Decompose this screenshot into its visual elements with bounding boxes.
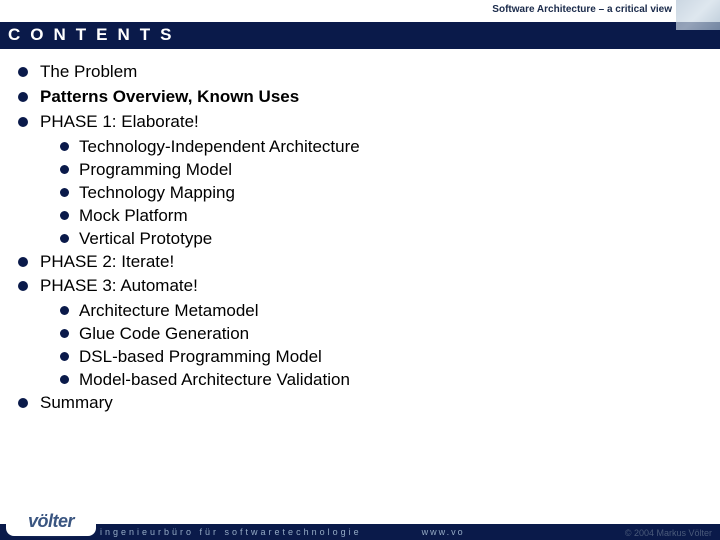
deck-title: Software Architecture – a critical view [492,4,672,15]
bullet-icon [60,352,69,361]
sub-list-item: Vertical Prototype [60,228,720,251]
logo-text: völter [28,511,74,532]
bullet-icon [60,211,69,220]
bullet-icon [18,281,28,291]
logo: völter [6,506,96,536]
item-label: PHASE 1: Elaborate! [40,111,199,134]
sub-list-item: Programming Model [60,159,720,182]
item-label: PHASE 3: Automate! [40,275,198,298]
bullet-icon [60,306,69,315]
sub-item-label: Glue Code Generation [79,323,249,346]
sub-list: Technology-Independent ArchitectureProgr… [18,136,720,251]
sub-item-label: Mock Platform [79,205,188,228]
bullet-icon [60,165,69,174]
item-label: The Problem [40,61,137,84]
bullet-icon [60,142,69,151]
sub-item-label: Vertical Prototype [79,228,212,251]
sub-item-label: Technology-Independent Architecture [79,136,360,159]
bullet-icon [18,398,28,408]
item-label: Summary [40,392,113,415]
sub-list-item: Mock Platform [60,205,720,228]
bullet-icon [18,117,28,127]
sub-list-item: Technology-Independent Architecture [60,136,720,159]
sub-item-label: Technology Mapping [79,182,235,205]
header-decor [676,0,720,30]
bullet-icon [60,375,69,384]
footer-bar: ingenieurbüro für softwaretechnologie ww… [0,524,720,540]
bullet-icon [18,257,28,267]
footer-url: www.vo [362,527,465,537]
sub-item-label: Architecture Metamodel [79,300,259,323]
item-label: Patterns Overview, Known Uses [40,86,299,109]
bullet-icon [60,188,69,197]
list-item: The Problem [18,61,720,84]
list-item: PHASE 1: Elaborate! [18,111,720,134]
bullet-icon [60,329,69,338]
slide-title: CONTENTS [0,22,720,49]
sub-item-label: DSL-based Programming Model [79,346,322,369]
bullet-icon [60,234,69,243]
sub-list: Architecture MetamodelGlue Code Generati… [18,300,720,392]
contents-list: The ProblemPatterns Overview, Known Uses… [0,49,720,415]
sub-item-label: Model-based Architecture Validation [79,369,350,392]
sub-list-item: Architecture Metamodel [60,300,720,323]
sub-list-item: DSL-based Programming Model [60,346,720,369]
sub-list-item: Technology Mapping [60,182,720,205]
list-item: PHASE 3: Automate! [18,275,720,298]
sub-list-item: Glue Code Generation [60,323,720,346]
list-item: Patterns Overview, Known Uses [18,86,720,109]
sub-item-label: Programming Model [79,159,232,182]
list-item: Summary [18,392,720,415]
sub-list-item: Model-based Architecture Validation [60,369,720,392]
list-item: PHASE 2: Iterate! [18,251,720,274]
item-label: PHASE 2: Iterate! [40,251,174,274]
bullet-icon [18,92,28,102]
bullet-icon [18,67,28,77]
footer: völter ingenieurbüro für softwaretechnol… [0,500,720,540]
footer-copyright: © 2004 Markus Völter [625,528,712,538]
